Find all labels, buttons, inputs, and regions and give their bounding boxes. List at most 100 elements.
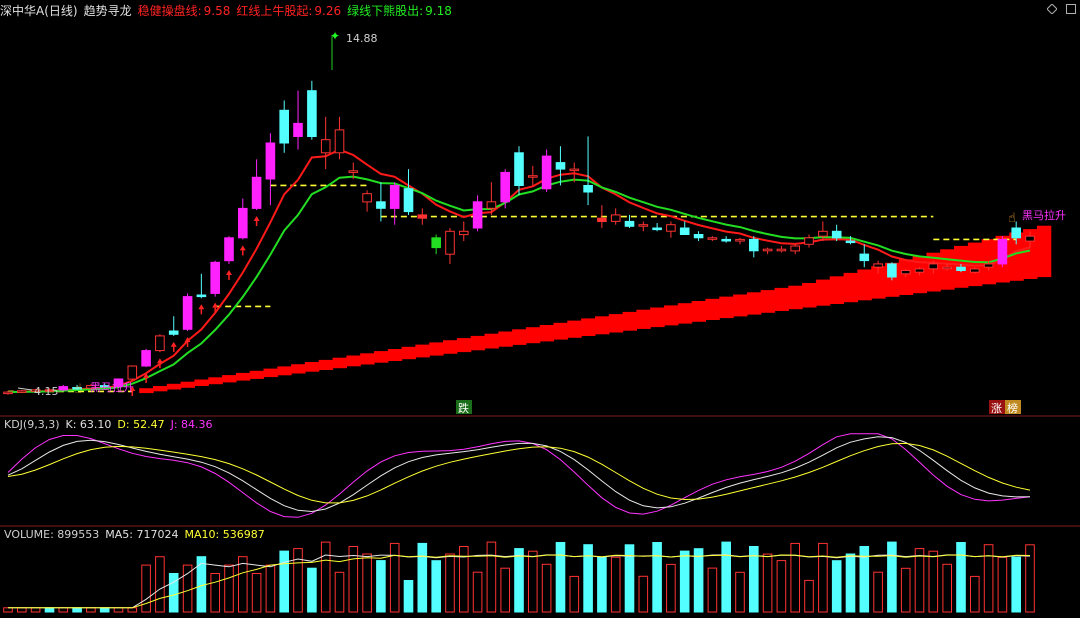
volume-bar xyxy=(320,541,331,613)
kdj-title[interactable]: KDJ(9,3,3) xyxy=(4,418,60,431)
band-segment xyxy=(249,370,265,379)
candle-body xyxy=(583,185,593,193)
up-arrow-icon xyxy=(239,245,246,251)
candle xyxy=(389,182,400,225)
volume-bar xyxy=(693,548,704,613)
candle-body xyxy=(555,162,566,170)
band-segment xyxy=(650,307,665,328)
candle-body xyxy=(679,227,690,235)
candle-body xyxy=(569,168,580,172)
volume-bar xyxy=(928,550,939,613)
candlestick-series xyxy=(3,80,1035,395)
volume-bar xyxy=(804,579,814,613)
volume-header: VOLUME: 899553 MA5: 717024 MA10: 536987 xyxy=(4,527,271,543)
volume-bar xyxy=(818,542,828,613)
high-marker: ✦ 14.88 xyxy=(330,29,378,70)
band-segment xyxy=(595,316,610,335)
band-segment xyxy=(636,309,651,329)
band-segment xyxy=(567,320,582,338)
volume-bar xyxy=(500,567,510,613)
volume-bar xyxy=(790,542,801,613)
candle-body xyxy=(652,227,662,231)
candle xyxy=(472,195,483,232)
volume-bar xyxy=(417,542,428,613)
kdj-header: KDJ(9,3,3) K: 63.10 D: 52.47 J: 84.36 xyxy=(4,417,219,433)
candle xyxy=(762,247,773,255)
candle-body xyxy=(541,155,552,190)
volume-bar xyxy=(141,564,151,613)
volume-bar xyxy=(541,563,552,613)
volume-bar xyxy=(486,541,497,613)
band-segment xyxy=(498,331,513,347)
candle xyxy=(541,149,552,193)
candle xyxy=(749,236,759,258)
volume-bar xyxy=(638,575,649,613)
candle xyxy=(583,136,593,206)
band-segment xyxy=(608,314,624,333)
band-segment xyxy=(139,388,154,394)
band-segment xyxy=(705,298,720,320)
band-segment xyxy=(222,375,237,383)
band-segment xyxy=(401,346,416,360)
band-segment xyxy=(360,353,375,365)
volume-bar xyxy=(389,542,400,613)
band-segment xyxy=(470,335,486,351)
band-segment xyxy=(691,301,706,322)
candle-body xyxy=(776,248,787,252)
band-segment xyxy=(746,292,762,315)
volume-bar xyxy=(1011,556,1022,613)
volume-bar xyxy=(707,567,718,613)
candle xyxy=(251,159,262,210)
band-segment xyxy=(263,368,278,378)
volume-bar xyxy=(514,548,524,613)
candle-body xyxy=(334,129,345,154)
volume-bar xyxy=(30,607,41,613)
candle xyxy=(707,236,718,242)
candle-body xyxy=(790,245,801,252)
band-segment xyxy=(153,386,168,392)
candle-body xyxy=(348,170,359,173)
candle-body xyxy=(486,201,497,209)
volume-bar xyxy=(403,580,414,613)
volume-bar xyxy=(679,550,690,613)
volume-bar xyxy=(887,541,897,613)
volume-bar xyxy=(983,544,994,613)
volume-bar xyxy=(113,607,124,613)
candle-body xyxy=(168,330,179,335)
volume-bar xyxy=(735,571,745,613)
stock-chart-canvas[interactable]: ✦ 14.88 4.15 ☝ 黑马拉升 ☝ 黑马拉升 跌 涨 榜 xyxy=(0,0,1080,618)
volume-title[interactable]: VOLUME: 899553 xyxy=(4,528,99,541)
svg-text:✦: ✦ xyxy=(330,29,340,43)
band-segment xyxy=(525,327,541,344)
kdj-k-line xyxy=(7,436,1031,513)
band-segment xyxy=(235,372,251,381)
volume-bar xyxy=(845,553,856,613)
limit-up-badge: 涨 榜 xyxy=(989,400,1021,415)
band-segment xyxy=(429,342,444,356)
volume-bar xyxy=(127,607,138,613)
candle-body xyxy=(707,237,718,240)
candle-body xyxy=(528,175,538,178)
candle-body xyxy=(141,350,151,367)
candle xyxy=(790,244,801,255)
band-segment xyxy=(898,259,914,295)
candle xyxy=(679,221,690,235)
band-segment xyxy=(304,362,320,372)
volume-bar xyxy=(900,567,911,613)
up-arrow-icon xyxy=(253,216,260,221)
volume-bar xyxy=(610,556,621,613)
candle-body xyxy=(804,237,814,245)
candle xyxy=(804,234,814,248)
candle xyxy=(610,208,621,225)
candle xyxy=(17,389,27,394)
volume-bar xyxy=(652,542,662,613)
band-segment xyxy=(829,276,845,304)
kdj-d-value: D: 52.47 xyxy=(117,418,165,431)
candle-body xyxy=(762,248,773,252)
candle-body xyxy=(997,238,1008,265)
volume-bar xyxy=(555,542,566,613)
candle-body xyxy=(265,142,276,180)
volume-bar xyxy=(970,575,980,613)
candle-body xyxy=(749,238,759,252)
volume-bar xyxy=(776,560,787,613)
